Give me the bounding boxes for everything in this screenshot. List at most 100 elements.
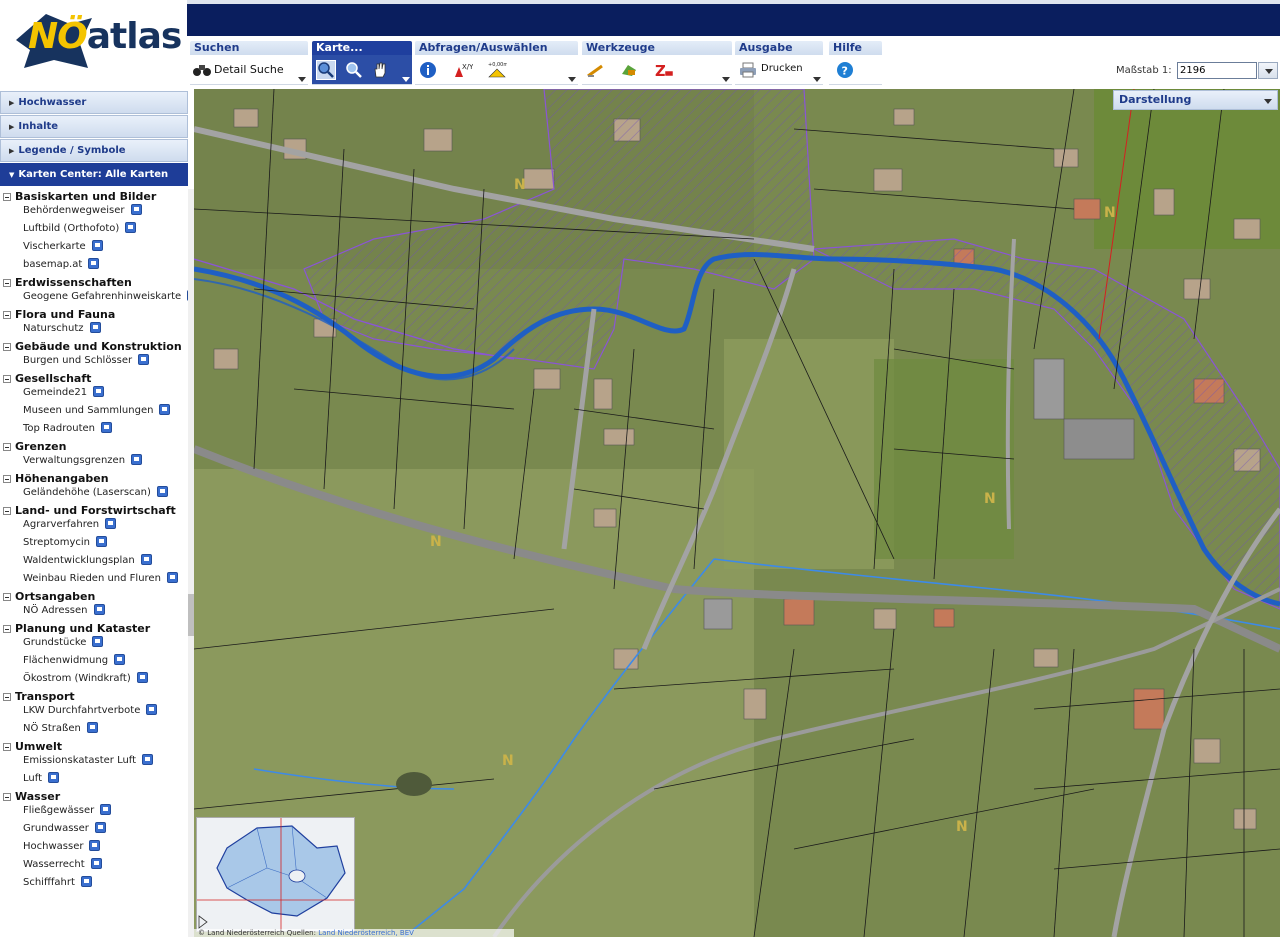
add-layer-icon[interactable]: [140, 554, 152, 565]
map-layer-item[interactable]: Schifffahrt: [23, 876, 92, 888]
collapse-toggle-icon[interactable]: [3, 475, 11, 483]
logo[interactable]: NÖatlas: [0, 0, 187, 89]
category-heading[interactable]: Umwelt: [15, 740, 62, 753]
category-heading[interactable]: Erdwissenschaften: [15, 276, 132, 289]
add-layer-icon[interactable]: [91, 240, 103, 251]
category-heading[interactable]: Höhenangaben: [15, 472, 109, 485]
darstellung-dropdown[interactable]: Darstellung: [1113, 90, 1278, 110]
add-layer-icon[interactable]: [146, 704, 158, 715]
category-heading[interactable]: Basiskarten und Bilder: [15, 190, 156, 203]
add-layer-icon[interactable]: [89, 840, 101, 851]
distance-icon[interactable]: +0,00m: [487, 60, 507, 80]
category-heading[interactable]: Wasser: [15, 790, 60, 803]
add-layer-icon[interactable]: [94, 822, 106, 833]
detail-search-button[interactable]: Detail Suche: [214, 63, 284, 76]
map-layer-item[interactable]: NÖ Adressen: [23, 604, 105, 616]
add-layer-icon[interactable]: [86, 722, 98, 733]
add-layer-icon[interactable]: [131, 454, 143, 465]
map-layer-item[interactable]: Agrarverfahren: [23, 518, 117, 530]
map-layer-item[interactable]: Naturschutz: [23, 322, 101, 334]
map-layer-item[interactable]: Verwaltungsgrenzen: [23, 454, 143, 466]
map-layer-item[interactable]: Grundwasser: [23, 822, 106, 834]
add-layer-icon[interactable]: [136, 672, 148, 683]
add-layer-icon[interactable]: [93, 604, 105, 615]
source-link[interactable]: Land Niederösterreich, BEV: [318, 929, 414, 937]
collapse-toggle-icon[interactable]: [3, 507, 11, 515]
add-layer-icon[interactable]: [100, 804, 112, 815]
map-layer-item[interactable]: Geogene Gefahrenhinweiskarte: [23, 290, 194, 302]
add-layer-icon[interactable]: [93, 386, 105, 397]
map-layer-item[interactable]: Museen und Sammlungen: [23, 404, 171, 416]
collapse-toggle-icon[interactable]: [3, 375, 11, 383]
add-layer-icon[interactable]: [114, 654, 126, 665]
chevron-down-icon[interactable]: [402, 77, 410, 82]
add-layer-icon[interactable]: [95, 536, 107, 547]
collapse-toggle-icon[interactable]: [3, 343, 11, 351]
map-view[interactable]: N N N N N N: [194, 89, 1280, 937]
area-icon[interactable]: [619, 60, 639, 80]
panel-legende[interactable]: ▶ Legende / Symbole: [0, 139, 188, 162]
chevron-down-icon[interactable]: [813, 77, 821, 82]
info-icon[interactable]: [418, 60, 438, 80]
collapse-toggle-icon[interactable]: [3, 693, 11, 701]
add-layer-icon[interactable]: [125, 222, 137, 233]
collapse-toggle-icon[interactable]: [3, 311, 11, 319]
add-layer-icon[interactable]: [80, 876, 92, 887]
map-layer-item[interactable]: NÖ Straßen: [23, 722, 98, 734]
add-layer-icon[interactable]: [156, 486, 168, 497]
map-layer-item[interactable]: Streptomycin: [23, 536, 107, 548]
panel-karten-center[interactable]: ▼ Karten Center: Alle Karten: [0, 163, 188, 186]
map-layer-item[interactable]: Ökostrom (Windkraft): [23, 672, 148, 684]
add-layer-icon[interactable]: [105, 518, 117, 529]
map-layer-item[interactable]: Hochwasser: [23, 840, 101, 852]
printer-icon[interactable]: [738, 60, 758, 80]
category-heading[interactable]: Gebäude und Konstruktion: [15, 340, 182, 353]
collapse-arrow-icon[interactable]: [198, 915, 208, 929]
category-heading[interactable]: Flora und Fauna: [15, 308, 115, 321]
collapse-toggle-icon[interactable]: [3, 279, 11, 287]
collapse-toggle-icon[interactable]: [3, 793, 11, 801]
map-layer-item[interactable]: Top Radrouten: [23, 422, 113, 434]
pan-hand-icon[interactable]: [370, 60, 390, 80]
map-layer-item[interactable]: Geländehöhe (Laserscan): [23, 486, 168, 498]
map-layer-item[interactable]: Gemeinde21: [23, 386, 105, 398]
map-layer-item[interactable]: basemap.at: [23, 258, 100, 270]
map-layer-item[interactable]: Burgen und Schlösser: [23, 354, 150, 366]
add-layer-icon[interactable]: [88, 258, 100, 269]
add-layer-icon[interactable]: [89, 322, 101, 333]
panel-hochwasser[interactable]: ▶ Hochwasser: [0, 91, 188, 114]
add-layer-icon[interactable]: [90, 858, 102, 869]
map-layer-item[interactable]: Fließgewässer: [23, 804, 112, 816]
map-layer-item[interactable]: Emissionskataster Luft: [23, 754, 154, 766]
map-layer-item[interactable]: Grundstücke: [23, 636, 104, 648]
add-layer-icon[interactable]: [166, 572, 178, 583]
erase-icon[interactable]: Z: [654, 60, 674, 80]
add-layer-icon[interactable]: [48, 772, 59, 783]
chevron-down-icon[interactable]: [568, 77, 576, 82]
chevron-down-icon[interactable]: [298, 77, 306, 82]
scale-dropdown-button[interactable]: [1258, 62, 1278, 79]
map-layer-item[interactable]: Luft: [23, 772, 59, 784]
collapse-toggle-icon[interactable]: [3, 443, 11, 451]
map-layer-item[interactable]: Wasserrecht: [23, 858, 102, 870]
zoom-out-icon[interactable]: [344, 60, 364, 80]
collapse-toggle-icon[interactable]: [3, 593, 11, 601]
binoculars-icon[interactable]: [192, 60, 212, 80]
map-layer-item[interactable]: Weinbau Rieden und Fluren: [23, 572, 178, 584]
map-layer-item[interactable]: LKW Durchfahrtverbote: [23, 704, 158, 716]
category-heading[interactable]: Transport: [15, 690, 75, 703]
chevron-down-icon[interactable]: [722, 77, 730, 82]
add-layer-icon[interactable]: [101, 422, 113, 433]
add-layer-icon[interactable]: [142, 754, 154, 765]
add-layer-icon[interactable]: [138, 354, 150, 365]
overview-map[interactable]: [196, 817, 355, 932]
map-layer-item[interactable]: Behördenwegweiser: [23, 204, 142, 216]
zoom-in-icon[interactable]: [316, 60, 336, 80]
category-heading[interactable]: Gesellschaft: [15, 372, 91, 385]
map-layer-item[interactable]: Vischerkarte: [23, 240, 103, 252]
map-layer-item[interactable]: Flächenwidmung: [23, 654, 126, 666]
add-layer-icon[interactable]: [159, 404, 171, 415]
category-heading[interactable]: Planung und Kataster: [15, 622, 150, 635]
help-icon[interactable]: ?: [835, 60, 855, 80]
category-heading[interactable]: Land- und Forstwirtschaft: [15, 504, 176, 517]
